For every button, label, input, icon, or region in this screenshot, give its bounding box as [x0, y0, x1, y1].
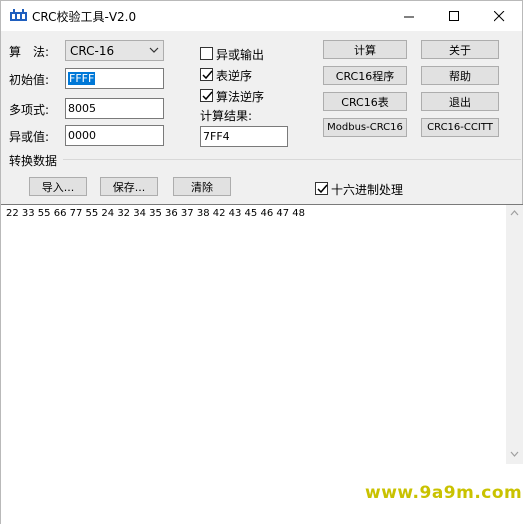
crc16-ccitt-button[interactable]: CRC16-CCITT [421, 118, 499, 137]
maximize-icon [448, 10, 459, 21]
table-reverse-label: 表逆序 [216, 69, 253, 83]
vertical-scrollbar[interactable] [506, 205, 523, 464]
close-button[interactable] [476, 1, 522, 31]
watermark: www.9a9m.com [363, 465, 523, 525]
window-title: CRC校验工具-V2.0 [32, 10, 137, 24]
xor-value-field[interactable]: 0000 [65, 125, 164, 146]
algorithm-label: 算 法: [9, 45, 50, 59]
poly-label: 多项式: [9, 103, 50, 117]
init-label: 初始值: [9, 73, 50, 87]
hex-mode-label: 十六进制处理 [331, 183, 404, 197]
xor-value: 0000 [68, 129, 96, 142]
chevron-down-icon [149, 47, 159, 53]
calculate-button[interactable]: 计算 [323, 40, 407, 59]
modbus-crc16-button[interactable]: Modbus-CRC16 [323, 118, 407, 137]
watermark-text: www.9a9m.com [365, 483, 523, 503]
xor-output-label: 异或输出 [216, 48, 265, 62]
close-icon [493, 10, 504, 21]
result-label: 计算结果: [200, 109, 253, 123]
checkmark-icon [317, 184, 328, 194]
import-button[interactable]: 导入... [29, 177, 87, 196]
xor-label: 异或值: [9, 130, 50, 144]
about-button[interactable]: 关于 [421, 40, 499, 59]
app-icon [10, 9, 27, 21]
poly-value: 8005 [68, 102, 96, 115]
init-value: FFFF [68, 72, 96, 85]
result-field[interactable]: 7FF4 [200, 126, 288, 147]
crc16-table-button[interactable]: CRC16表 [323, 92, 407, 111]
app-window: CRC校验工具-V2.0 算 法: CRC-16 初始值: FFFF 多项式: … [0, 0, 523, 525]
scroll-down-icon[interactable] [510, 451, 519, 457]
exit-button[interactable]: 退出 [421, 92, 499, 111]
checkbox-box [315, 182, 328, 195]
convert-group-label: 转换数据 [9, 154, 58, 168]
data-content: 22 33 55 66 77 55 24 32 34 35 36 37 38 4… [6, 208, 305, 219]
minimize-icon [403, 16, 414, 17]
algorithm-select[interactable]: CRC-16 [65, 40, 164, 61]
scroll-up-icon[interactable] [510, 210, 519, 216]
result-value: 7FF4 [203, 130, 230, 143]
checkbox-box [200, 89, 213, 102]
save-button[interactable]: 保存... [100, 177, 158, 196]
algo-reverse-label: 算法逆序 [216, 90, 265, 104]
help-button[interactable]: 帮助 [421, 66, 499, 85]
checkmark-icon [202, 70, 213, 80]
polynomial-field[interactable]: 8005 [65, 98, 164, 119]
title-bar[interactable]: CRC校验工具-V2.0 [1, 1, 522, 31]
init-value-field[interactable]: FFFF [65, 68, 164, 89]
group-divider [63, 159, 521, 160]
checkbox-box [200, 68, 213, 81]
minimize-button[interactable] [386, 1, 432, 31]
checkbox-box [200, 47, 213, 60]
clear-button[interactable]: 清除 [173, 177, 231, 196]
crc16-program-button[interactable]: CRC16程序 [323, 66, 407, 85]
checkmark-icon [202, 91, 213, 101]
algorithm-value: CRC-16 [70, 44, 115, 58]
maximize-button[interactable] [431, 1, 477, 31]
